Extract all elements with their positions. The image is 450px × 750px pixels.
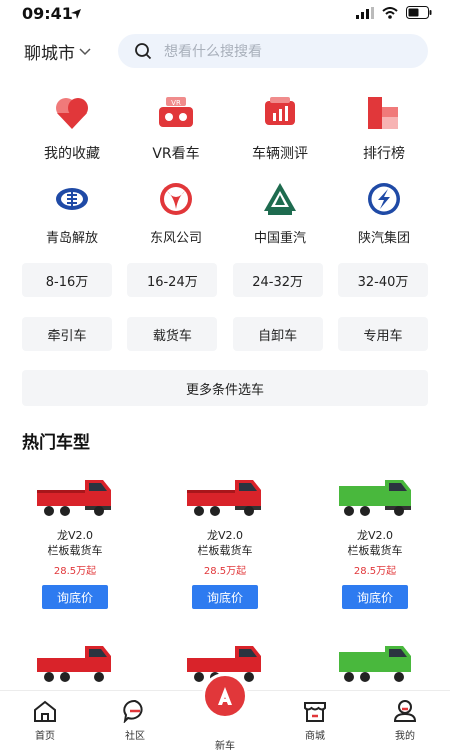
quick-ranking[interactable]: 排行榜 [332,92,436,163]
quick-favorites[interactable]: 我的收藏 [20,92,124,163]
truck-image [187,480,261,516]
tab-label: 新车 [215,741,235,750]
vehicle-type-chip[interactable]: 牵引车 [22,317,112,351]
tab-home[interactable]: 首页 [0,691,90,750]
tab-community[interactable]: 社区 [90,691,180,750]
ask-price-button[interactable]: 询底价 [342,585,408,609]
status-bar: 09:41 [0,0,450,30]
truck-image [37,480,111,516]
truck-image [339,646,411,682]
ask-price-button[interactable]: 询底价 [192,585,258,609]
shacman-logo-icon [368,183,400,215]
truck-image [339,480,411,516]
brand-faw[interactable]: 青岛解放 [20,178,124,246]
quick-label: 排行榜 [363,146,405,162]
vehicle-type-chip[interactable]: 自卸车 [232,317,323,351]
brand-dongfeng[interactable]: 东风公司 [124,178,228,246]
heart-icon [56,98,88,129]
brand-label: 陕汽集团 [357,231,410,246]
price-range-chip[interactable]: 8-16万 [22,263,112,297]
brand-shacman[interactable]: 陕汽集团 [332,178,436,246]
search-icon [135,43,152,60]
wifi-icon [382,6,398,19]
brand-label: 青岛解放 [45,231,98,246]
svg-text:VR: VR [171,99,181,107]
new-car-icon [202,673,248,719]
battery-icon [406,6,432,19]
tab-profile[interactable]: 我的 [360,691,450,750]
location-arrow-icon [71,9,81,19]
brand-sinotruk[interactable]: 中国重汽 [228,178,332,246]
model-card[interactable]: 龙V2.0 栏板载货车 28.5万起 询底价 [300,470,450,609]
quick-label: 车辆测评 [252,146,308,162]
bottom-tab-bar: 首页 社区 新车 商城 我的 [0,673,450,750]
quick-label: 我的收藏 [44,146,100,162]
model-card[interactable] [300,636,450,686]
chevron-down-icon [79,47,91,55]
profile-icon [393,700,417,722]
quick-label: VR看车 [152,146,200,162]
model-price: 28.5万起 [353,566,397,577]
dongfeng-logo-icon [160,183,192,215]
vehicle-type-chip[interactable]: 专用车 [337,317,428,351]
home-icon [34,700,56,722]
search-placeholder: 想看什么搜搜看 [164,44,262,60]
brand-row: 青岛解放 东风公司 中国重汽 陕汽集团 [0,178,450,246]
shop-icon [304,702,326,722]
model-card[interactable]: 龙V2.0 栏板载货车 28.5万起 询底价 [150,470,300,609]
city-label: 聊城市 [24,44,75,64]
model-card[interactable]: 龙V2.0 栏板载货车 28.5万起 询底价 [0,470,150,609]
tab-label: 商城 [305,731,325,742]
hot-models-row: 龙V2.0 栏板载货车 28.5万起 询底价 龙V2.0 栏板载货车 28.5万… [0,470,450,609]
status-indicators [356,6,432,19]
community-icon [123,699,143,723]
section-title: 热门车型 [22,433,90,453]
ask-price-button[interactable]: 询底价 [42,585,108,609]
price-range-chip[interactable]: 24-32万 [232,263,323,297]
vehicle-type-chip[interactable]: 载货车 [127,317,218,351]
tab-label: 社区 [125,731,145,742]
more-filters-button[interactable]: 更多条件选车 [22,370,428,406]
brand-label: 东风公司 [149,231,202,246]
price-range-chip[interactable]: 16-24万 [127,263,218,297]
tab-label: 首页 [35,731,55,742]
truck-image [37,646,111,682]
model-name: 龙V2.0 栏板载货车 [197,529,253,557]
price-range-row: 8-16万 16-24万 24-32万 32-40万 [22,263,428,297]
model-name: 龙V2.0 栏板载货车 [347,529,403,557]
sinotruk-logo-icon [264,183,296,215]
quick-vr[interactable]: VR VR看车 [124,92,228,163]
model-card[interactable] [0,636,150,686]
status-time: 09:41 [22,4,73,23]
ranking-icon [368,97,398,129]
model-name: 龙V2.0 栏板载货车 [47,529,103,557]
city-selector[interactable]: 聊城市 [24,39,91,64]
tab-label: 我的 [395,731,415,742]
search-input[interactable]: 想看什么搜搜看 [118,34,428,68]
tab-new-car[interactable]: 新车 [180,673,270,750]
faw-logo-icon [56,188,88,210]
model-price: 28.5万起 [53,566,97,577]
vr-headset-icon: VR [159,97,193,127]
signal-icon [356,6,374,19]
new-car-glyph [218,687,232,705]
evaluation-icon [265,97,295,125]
price-range-chip[interactable]: 32-40万 [337,263,428,297]
header: 聊城市 想看什么搜搜看 [0,30,450,74]
quick-evaluation[interactable]: 车辆测评 [228,92,332,163]
quick-actions: 我的收藏 VR VR看车 车辆测评 排行榜 [0,92,450,163]
vehicle-type-row: 牵引车 载货车 自卸车 专用车 [22,317,428,351]
brand-label: 中国重汽 [253,231,306,246]
tab-shop[interactable]: 商城 [270,691,360,750]
model-price: 28.5万起 [203,566,247,577]
